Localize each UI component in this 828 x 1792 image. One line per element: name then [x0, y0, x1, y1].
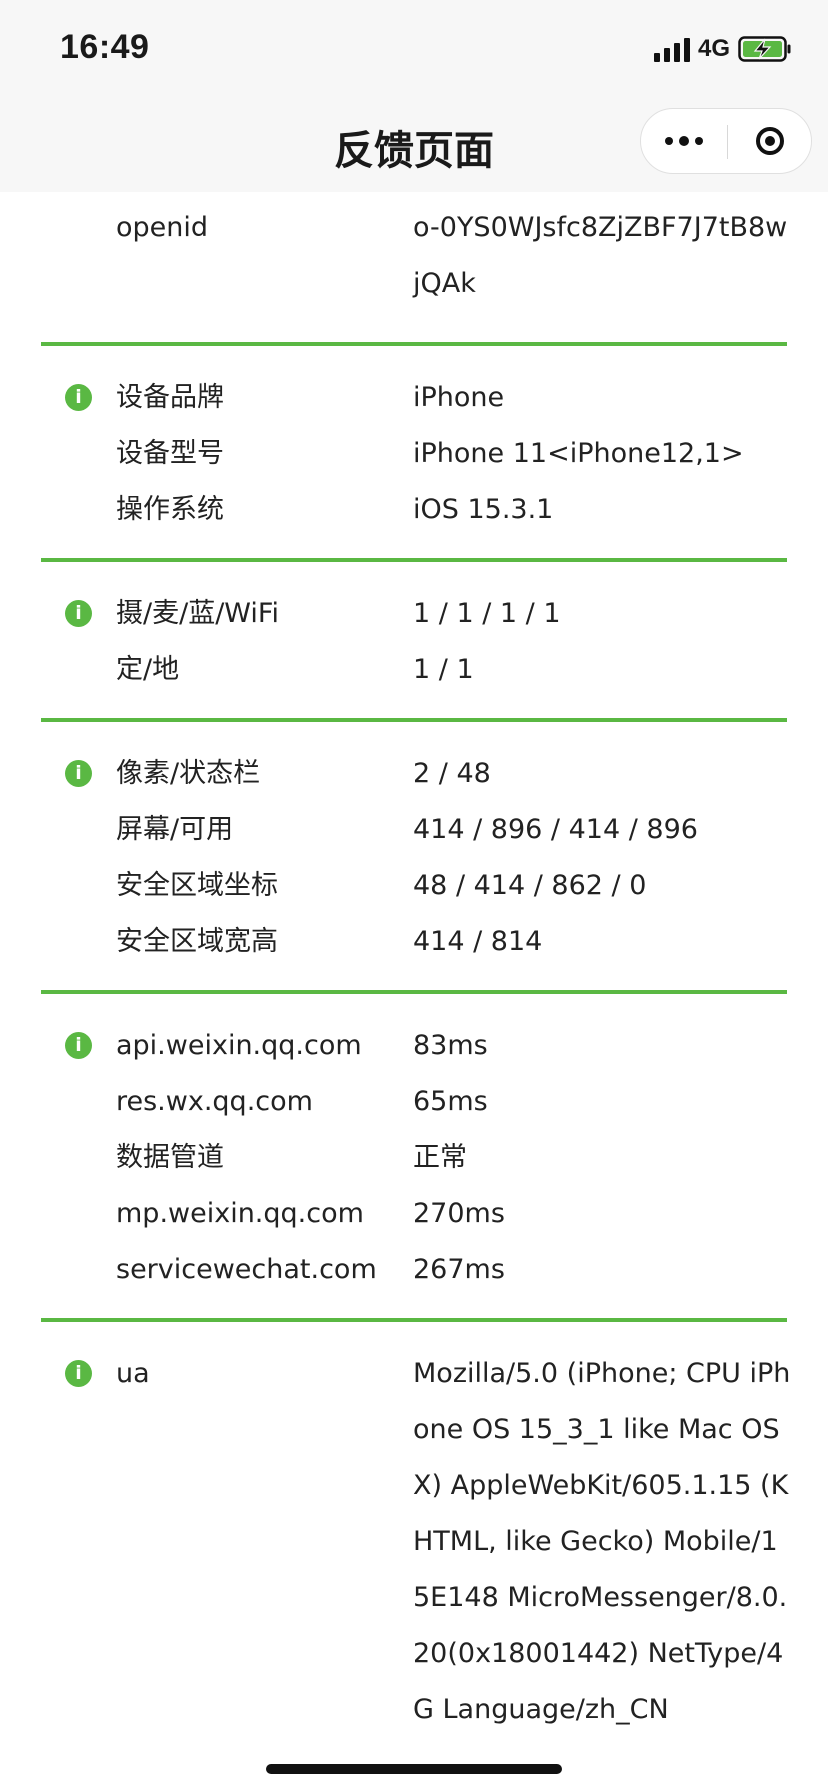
row-label: 像素/状态栏 [116, 758, 261, 789]
row-value: 正常 [413, 1142, 467, 1173]
row-value: iOS 15.3.1 [413, 494, 554, 525]
row-value: o-0YS0WJsfc8ZjZBF7J7tB8wjQAk [413, 212, 788, 299]
status-time: 16:49 [60, 28, 150, 66]
row-label: 数据管道 [116, 1142, 224, 1173]
section-divider [41, 718, 787, 722]
home-indicator[interactable] [266, 1764, 562, 1774]
close-button[interactable] [727, 109, 813, 173]
feedback-info-list[interactable]: openid o-0YS0WJsfc8ZjZBF7J7tB8wjQAk i 设备… [0, 192, 828, 1792]
feedback-screen: 16:49 4G 反馈页面 openid o-0YS0WJsfc8ZjZBF7J… [0, 0, 828, 1792]
row-value: 1 / 1 [413, 654, 474, 685]
more-button[interactable] [641, 109, 727, 173]
row-label: 摄/麦/蓝/WiFi [116, 598, 279, 629]
info-icon: i [65, 1032, 92, 1059]
row-value: 83ms [413, 1030, 488, 1061]
row-label: mp.weixin.qq.com [116, 1198, 364, 1229]
row-label: 设备型号 [116, 438, 224, 469]
row-label: 设备品牌 [116, 382, 224, 413]
mini-program-capsule [640, 108, 812, 174]
row-value: 48 / 414 / 862 / 0 [413, 870, 647, 901]
status-bar: 16:49 4G [0, 0, 828, 96]
row-value: iPhone 11<iPhone12,1> [413, 438, 744, 469]
row-label: 屏幕/可用 [116, 814, 234, 845]
more-dots-icon-right [695, 137, 703, 145]
row-value: 414 / 896 / 414 / 896 [413, 814, 698, 845]
navigation-bar: 反馈页面 [0, 96, 828, 192]
section-divider [41, 342, 787, 346]
info-icon: i [65, 760, 92, 787]
row-label: openid [116, 212, 209, 243]
section-divider [41, 558, 787, 562]
row-value: 65ms [413, 1086, 488, 1117]
target-close-icon-dot [765, 136, 775, 146]
section-divider [41, 990, 787, 994]
section-divider [41, 1318, 787, 1322]
row-label: res.wx.qq.com [116, 1086, 313, 1117]
row-value: 270ms [413, 1198, 505, 1229]
network-type: 4G [697, 35, 730, 62]
row-value: Mozilla/5.0 (iPhone; CPU iPhone OS 15_3_… [413, 1358, 791, 1725]
row-label: servicewechat.com [116, 1254, 377, 1285]
more-dots-icon-center [679, 136, 689, 146]
row-value: 267ms [413, 1254, 505, 1285]
row-label: api.weixin.qq.com [116, 1030, 362, 1061]
row-label: ua [116, 1358, 150, 1389]
row-label: 安全区域坐标 [116, 870, 278, 901]
more-dots-icon [665, 137, 673, 145]
battery-charging-icon [738, 36, 791, 62]
info-icon: i [65, 384, 92, 411]
target-close-icon [756, 127, 784, 155]
signal-bars-icon [653, 36, 690, 62]
row-label: 定/地 [116, 654, 180, 685]
status-indicators: 4G [653, 34, 792, 64]
row-value: iPhone [413, 382, 505, 413]
row-value: 1 / 1 / 1 / 1 [413, 598, 561, 629]
row-value: 414 / 814 [413, 926, 543, 957]
row-label: 安全区域宽高 [116, 926, 278, 957]
row-label: 操作系统 [116, 494, 224, 525]
info-icon: i [65, 1360, 92, 1387]
row-value: 2 / 48 [413, 758, 491, 789]
info-icon: i [65, 600, 92, 627]
